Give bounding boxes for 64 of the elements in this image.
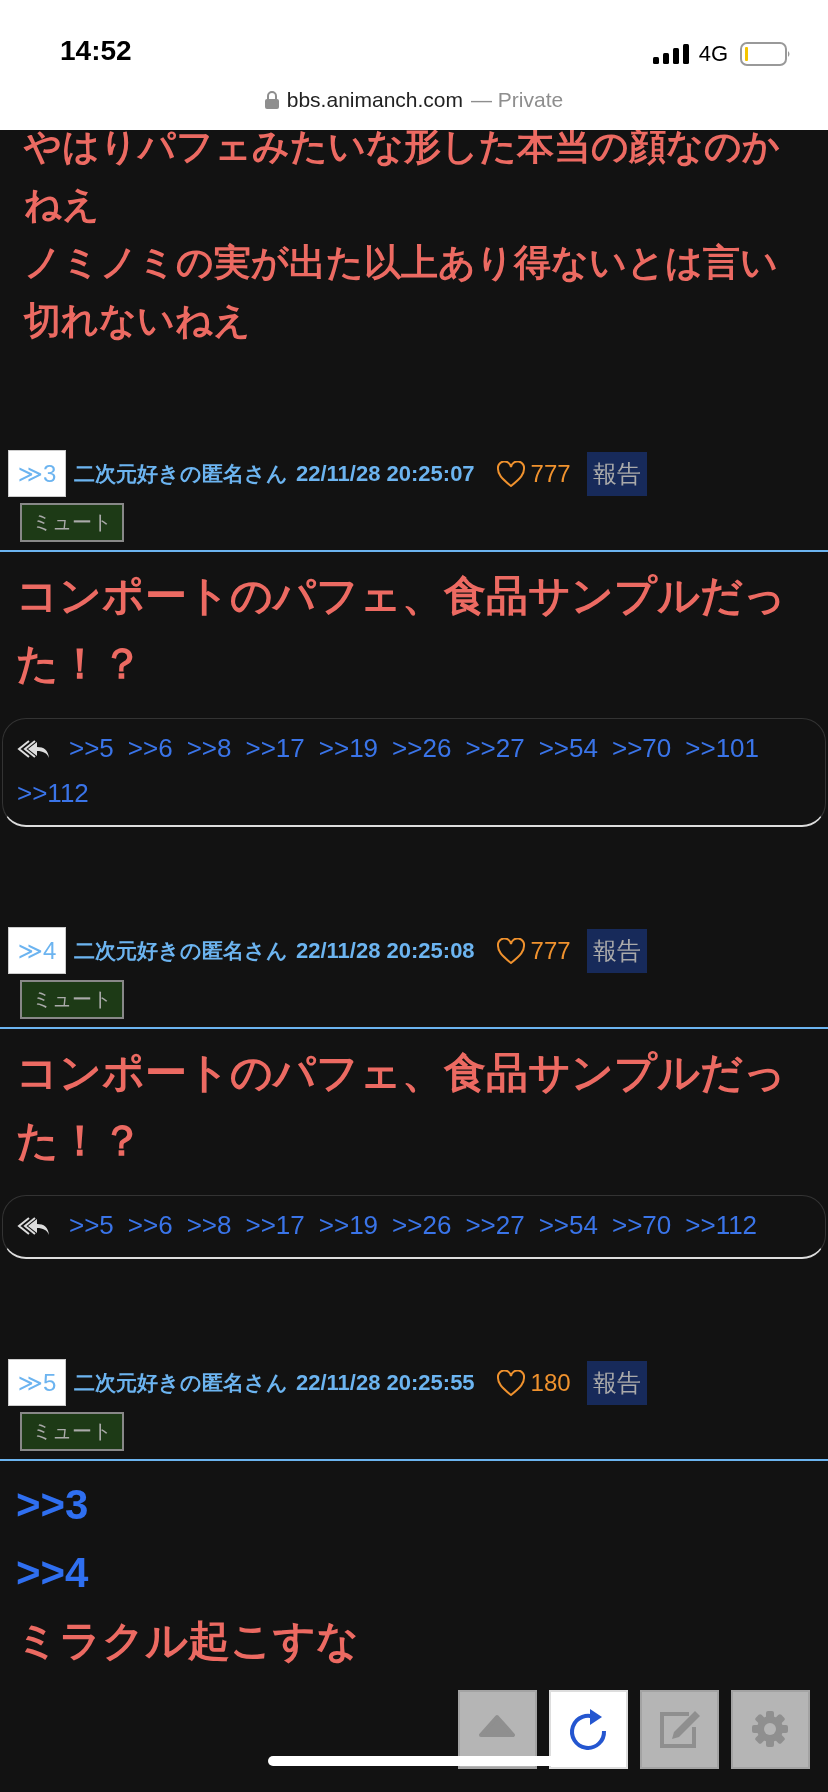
post-text: コンポートのパフェ、食品サンプルだっ bbox=[16, 1048, 787, 1098]
reply-link[interactable]: >>54 bbox=[538, 733, 598, 764]
post-number[interactable]: ≫5 bbox=[8, 1359, 66, 1406]
author-name: 二次元好きの匿名さん bbox=[74, 1369, 288, 1396]
post-date: 22/11/28 20:25:07 bbox=[296, 460, 475, 487]
reply-link[interactable]: >>4 bbox=[16, 1539, 812, 1607]
lock-icon bbox=[264, 91, 279, 109]
like-count: 180 bbox=[530, 1368, 571, 1397]
like-count: 777 bbox=[530, 459, 571, 488]
pencil-icon bbox=[658, 1708, 701, 1751]
heart-icon bbox=[496, 937, 525, 964]
reply-link[interactable]: >>26 bbox=[392, 1210, 452, 1241]
reply-link[interactable]: >>17 bbox=[245, 733, 305, 764]
post-text: やはりパフェみたいな形した本当の顔なのか bbox=[22, 125, 781, 169]
mute-button[interactable]: ミュート bbox=[20, 503, 124, 542]
reply-link[interactable]: >>70 bbox=[611, 1210, 672, 1241]
private-label: — Private bbox=[471, 88, 564, 112]
post-date: 22/11/28 20:25:08 bbox=[296, 937, 475, 964]
post-number[interactable]: ≫4 bbox=[8, 927, 66, 974]
post-text: た！？ bbox=[16, 639, 144, 689]
post-text: コンポートのパフェ、食品サンプルだっ bbox=[16, 571, 787, 621]
signal-icon bbox=[652, 44, 691, 64]
reply-link[interactable]: >>19 bbox=[318, 733, 379, 764]
reply-link[interactable]: >>112 bbox=[685, 1210, 758, 1241]
heart-icon bbox=[496, 460, 525, 487]
post-text: た！？ bbox=[16, 1116, 144, 1166]
reply-link[interactable]: >>6 bbox=[127, 1210, 173, 1241]
post-date: 22/11/28 20:25:55 bbox=[296, 1369, 475, 1396]
reply-link[interactable]: >>27 bbox=[465, 1210, 525, 1241]
reply-link[interactable]: >>54 bbox=[538, 1210, 598, 1241]
like-count: 777 bbox=[530, 936, 571, 965]
post-text: ねえ bbox=[23, 183, 101, 227]
reply-link[interactable]: >>8 bbox=[186, 1210, 232, 1241]
reply-link[interactable]: >>27 bbox=[465, 733, 525, 764]
reply-link[interactable]: >>3 bbox=[16, 1471, 812, 1539]
reply-link[interactable]: >>112 bbox=[17, 778, 89, 809]
reply-icon bbox=[17, 1215, 49, 1236]
reply-link[interactable]: >>26 bbox=[392, 733, 452, 764]
reply-link[interactable]: >>5 bbox=[69, 1210, 114, 1241]
post-number[interactable]: ≫3 bbox=[8, 450, 66, 497]
author-name: 二次元好きの匿名さん bbox=[74, 937, 288, 964]
report-button[interactable]: 報告 bbox=[586, 451, 647, 496]
heart-icon bbox=[496, 1369, 525, 1396]
author-name: 二次元好きの匿名さん bbox=[74, 460, 288, 487]
reload-button[interactable] bbox=[549, 1690, 628, 1769]
reply-link[interactable]: >>17 bbox=[245, 1210, 305, 1241]
post-text: ミラクル起こすな bbox=[16, 1616, 360, 1666]
reply-link[interactable]: >>70 bbox=[611, 733, 672, 764]
reply-link[interactable]: >>19 bbox=[318, 1210, 379, 1241]
mute-button[interactable]: ミュート bbox=[20, 980, 124, 1019]
reply-link[interactable]: >>5 bbox=[69, 733, 114, 764]
post-text: 切れないねえ bbox=[22, 299, 252, 343]
battery-icon bbox=[740, 42, 792, 66]
network-label: 4G bbox=[698, 41, 728, 67]
mute-button[interactable]: ミュート bbox=[20, 1412, 124, 1451]
reply-link[interactable]: >>8 bbox=[186, 733, 232, 764]
reply-link[interactable]: >>101 bbox=[685, 733, 759, 764]
reply-link[interactable]: >>6 bbox=[127, 733, 173, 764]
post-text: ノミノミの実が出た以上あり得ないとは言い bbox=[23, 241, 779, 285]
report-button[interactable]: 報告 bbox=[586, 928, 647, 973]
reply-icon bbox=[17, 738, 49, 759]
status-time: 14:52 bbox=[60, 35, 132, 67]
report-button[interactable]: 報告 bbox=[586, 1360, 647, 1405]
url-text[interactable]: bbs.animanch.com bbox=[286, 88, 464, 112]
